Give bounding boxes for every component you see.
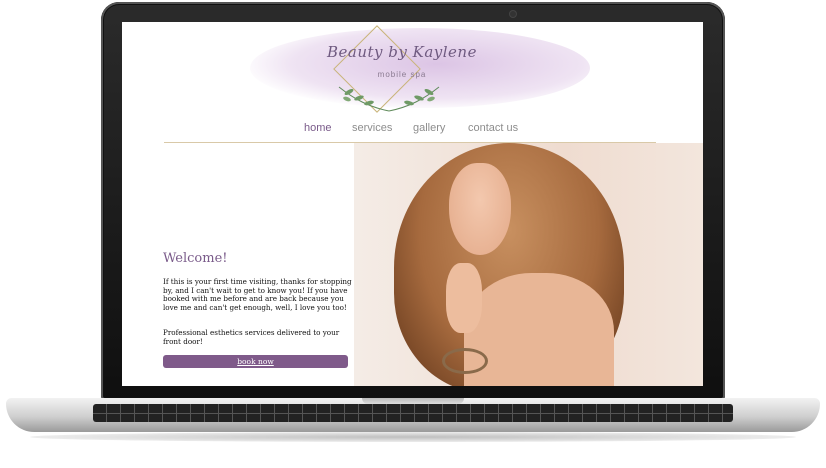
nav-item-gallery[interactable]: gallery [413,122,445,134]
welcome-paragraph-2: Professional esthetics services delivere… [163,328,340,346]
hero-hand [446,263,482,333]
hero-face [449,163,511,255]
camera-icon [510,11,516,17]
nav-item-contact-us[interactable]: contact us [468,122,518,134]
book-now-button[interactable]: book now [163,355,348,368]
laptop-shadow [30,432,796,442]
main-nav: home services gallery contact us [122,122,703,138]
nav-item-services[interactable]: services [352,122,392,134]
logo-subtitle: mobile spa [377,70,427,79]
hero-image [354,143,703,386]
browser-screen: Beauty by Kaylene mobile spa home servic… [122,22,703,386]
hero-shoulder [464,273,614,386]
leaf-branch-icon [338,86,440,112]
welcome-heading: Welcome! [163,251,228,266]
nav-item-home[interactable]: home [304,122,332,134]
hero-bracelet [442,348,488,374]
keyboard-divider [93,413,733,414]
logo-title: Beauty by Kaylene [327,43,477,61]
welcome-paragraph-1: If this is your first time visiting, tha… [163,277,352,312]
laptop-notch [362,398,464,404]
